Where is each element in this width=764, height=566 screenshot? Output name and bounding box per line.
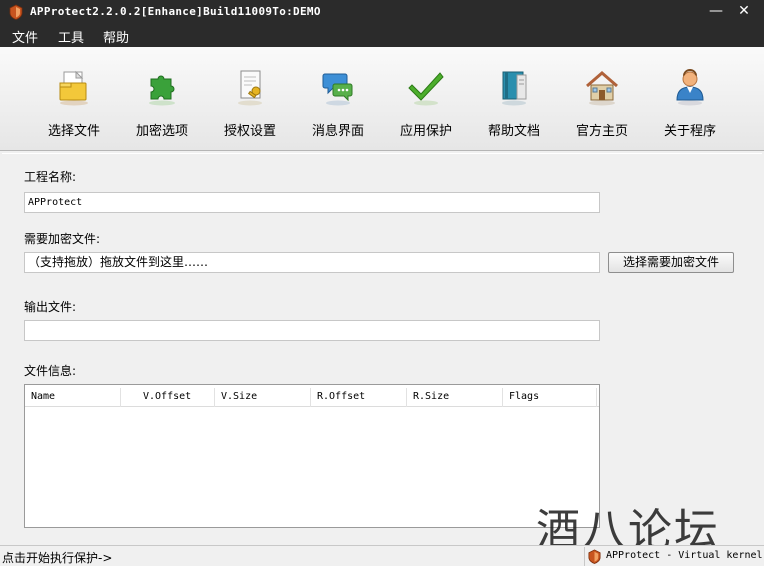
folder-file-icon [59,70,88,106]
file-info-label: 文件信息: [24,364,77,378]
main-content: 工程名称: APProtect 需要加密文件: （支持拖放）拖放文件到这里…… … [2,153,762,545]
close-button[interactable]: ✕ [730,0,758,22]
project-name-label: 工程名称: [24,170,77,184]
toolbar-label: 帮助文档 [487,124,540,139]
column-header-v-size[interactable]: V.Size [215,388,311,407]
column-header-r-offset[interactable]: R.Offset [311,388,407,407]
toolbar-official-home[interactable]: 官方主页 [562,61,642,141]
encrypt-file-input[interactable]: （支持拖放）拖放文件到这里…… [24,252,600,273]
puzzle-icon [149,75,175,106]
encrypt-file-label: 需要加密文件: [24,232,101,246]
toolbar-label: 加密选项 [135,124,188,139]
menu-tools[interactable]: 工具 [58,27,84,46]
title-bar[interactable]: APProtect2.2.0.2[Enhance]Build11009To:DE… [0,0,764,24]
column-header-v-offset[interactable]: V.Offset [137,388,215,407]
toolbar-select-file[interactable]: 选择文件 [34,61,114,141]
toolbar-license-settings[interactable]: 授权设置 [210,61,290,141]
toolbar-label: 授权设置 [223,124,276,139]
toolbar-label: 关于程序 [663,124,716,139]
toolbar: 选择文件 加密选项 授权设置 消息界面 应用保护 帮助文档 官方主页 关于程序 [0,47,764,151]
window-title: APProtect2.2.0.2[Enhance]Build11009To:DE… [30,5,321,18]
toolbar-label: 应用保护 [399,124,452,139]
menu-help[interactable]: 帮助 [103,27,129,46]
chat-bubble-icon [322,73,353,106]
output-file-label: 输出文件: [24,300,77,314]
book-icon [502,71,527,106]
house-icon [586,71,618,106]
app-logo-icon [588,549,601,564]
toolbar-label: 选择文件 [47,124,100,139]
status-kernel-panel: APProtect - Virtual kernel [584,547,764,566]
project-name-input[interactable]: APProtect [24,192,600,213]
app-logo-icon [9,4,23,20]
column-header-flags[interactable]: Flags [503,388,597,407]
table-header: Name V.Offset V.Size R.Offset R.Size Fla… [25,388,599,407]
status-bar: 点击开始执行保护-> APProtect - Virtual kernel [0,545,764,566]
license-key-icon [238,70,262,106]
file-info-table[interactable]: Name V.Offset V.Size R.Offset R.Size Fla… [24,384,600,528]
toolbar-message-ui[interactable]: 消息界面 [298,61,378,141]
output-file-input[interactable] [24,320,600,341]
menu-bar: 文件 工具 帮助 [0,24,764,47]
toolbar-label: 官方主页 [575,124,628,139]
toolbar-about[interactable]: 关于程序 [650,61,730,141]
status-hint: 点击开始执行保护-> [2,551,113,565]
column-header-name[interactable]: Name [25,388,121,407]
person-icon [676,69,704,106]
status-kernel-text: APProtect - Virtual kernel [606,550,763,561]
menu-file[interactable]: 文件 [12,27,38,46]
minimize-button[interactable]: — [702,0,730,22]
app-window: APProtect2.2.0.2[Enhance]Build11009To:DE… [0,0,764,566]
toolbar-help-docs[interactable]: 帮助文档 [474,61,554,141]
toolbar-encrypt-options[interactable]: 加密选项 [122,61,202,141]
checkmark-icon [408,72,444,106]
toolbar-apply-protection[interactable]: 应用保护 [386,61,466,141]
toolbar-label: 消息界面 [311,124,364,139]
choose-file-button[interactable]: 选择需要加密文件 [608,252,734,273]
column-header-r-size[interactable]: R.Size [407,388,503,407]
